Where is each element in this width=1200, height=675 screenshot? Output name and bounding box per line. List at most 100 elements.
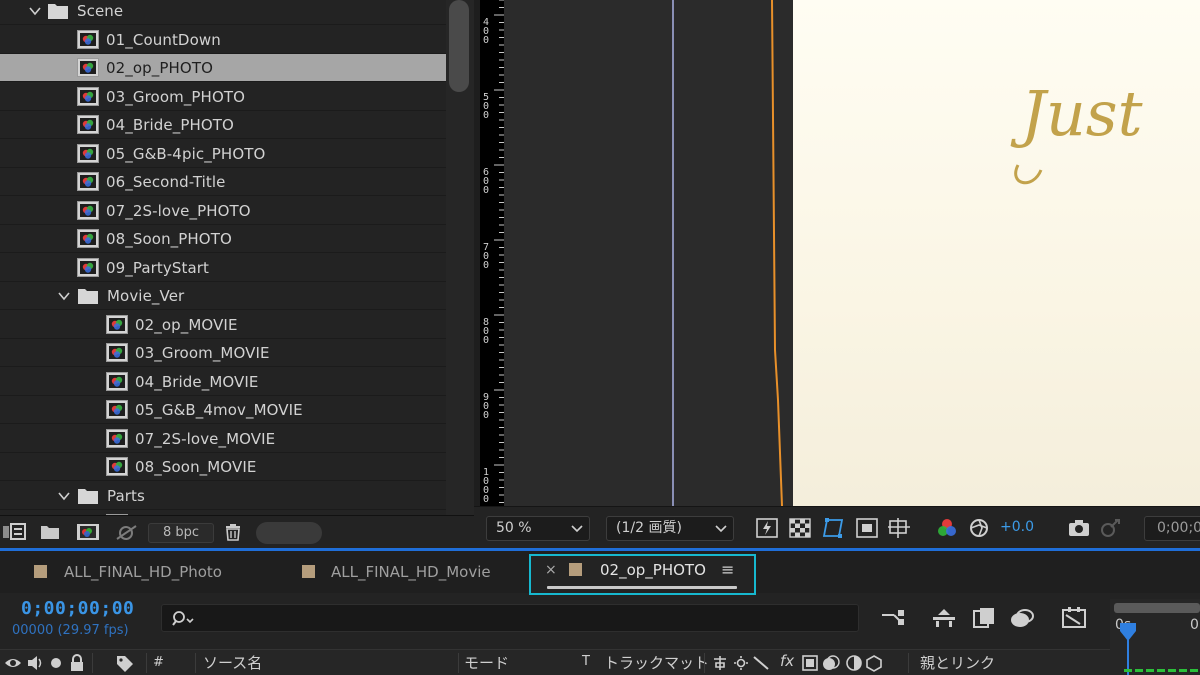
expand-chevron-icon[interactable] [58, 290, 70, 302]
expand-chevron-icon[interactable] [29, 5, 41, 17]
column-separator [92, 653, 93, 673]
ruler-number: 7 0 0 [482, 242, 490, 271]
graph-editor-icon[interactable] [1060, 607, 1088, 629]
script-title-art: Just [1010, 77, 1143, 185]
timeline-tab-bar: ALL_FINAL_HD_Photo ALL_FINAL_HD_Movie × … [0, 551, 1200, 595]
solo-dot-icon[interactable] [49, 654, 63, 672]
transparency-grid-icon[interactable] [789, 518, 811, 538]
time-ruler[interactable]: 0s 0 [1110, 599, 1200, 675]
channel-rgb-icon[interactable] [936, 518, 958, 538]
tree-comp-row[interactable]: 07_2S-love_MOVIE [0, 424, 446, 453]
tree-comp-row[interactable]: 01_CountDown [0, 25, 446, 54]
frame-blending-icon[interactable] [1008, 607, 1036, 629]
label-tag-icon[interactable] [115, 654, 135, 672]
column-separator [908, 653, 909, 673]
tree-comp-row[interactable]: 05_G&B_4mov_MOVIE [0, 396, 446, 424]
trash-icon[interactable] [224, 523, 242, 541]
audio-speaker-icon[interactable] [26, 654, 44, 672]
interpret-footage-icon[interactable] [2, 523, 26, 541]
tree-comp-row[interactable]: 03_Groom_MOVIE [0, 339, 446, 367]
viewer-timecode[interactable]: 0;00;00;00 [1144, 516, 1200, 541]
tree-item-label: 05_G&B-4pic_PHOTO [106, 144, 266, 163]
tree-comp-row[interactable]: 02_op_PHOTO [0, 54, 446, 82]
flowchart-icon[interactable] [114, 523, 140, 541]
tree-comp-row[interactable]: 09_PartyStart [0, 253, 446, 282]
tree-item-label: 08_Soon_MOVIE [135, 458, 257, 476]
column-source-name[interactable]: ソース名 [203, 652, 262, 673]
resolution-select[interactable]: (1/2 画質) [606, 516, 734, 541]
region-of-interest-icon[interactable] [856, 518, 878, 538]
zoom-select[interactable]: 50 % [486, 516, 590, 541]
tree-folder-row[interactable]: Parts [0, 481, 446, 510]
tree-comp-row[interactable]: 08_Soon_MOVIE [0, 453, 446, 481]
tree-item-label: 07_2S-love_MOVIE [135, 429, 276, 448]
tab-all-final-hd-photo[interactable]: ALL_FINAL_HD_Photo [30, 557, 260, 593]
tree-comp-row[interactable]: 04_Bride_MOVIE [0, 367, 446, 396]
composition-icon [77, 115, 99, 134]
grid-and-guides-icon[interactable] [888, 518, 910, 538]
composition-frame[interactable]: Just [793, 0, 1200, 506]
ruler-number: 1 0 0 0 [482, 467, 490, 505]
shy-layers-icon[interactable] [970, 607, 998, 629]
composition-icon [77, 229, 99, 248]
camera-snapshot-icon[interactable] [1068, 518, 1090, 538]
composition-icon [77, 200, 99, 220]
current-time-display[interactable]: 0;00;00;00 [21, 598, 134, 619]
comp-label-swatch [569, 563, 582, 576]
ruler-number: 6 0 0 [482, 167, 490, 196]
composition-icon [106, 314, 128, 334]
search-icon [172, 611, 194, 626]
tree-comp-row[interactable]: 04_Bride_PHOTO [0, 111, 446, 139]
thumbnail-size-slider[interactable] [256, 522, 322, 544]
column-mode: モード [464, 654, 510, 672]
comp-label-swatch [302, 565, 315, 578]
tree-comp-row[interactable]: 03_Groom_PHOTO [0, 82, 446, 111]
tab-all-final-hd-movie[interactable]: ALL_FINAL_HD_Movie [298, 557, 528, 593]
folder-icon [48, 4, 68, 19]
tree-comp-row[interactable]: 07_2S-love_PHOTO [0, 196, 446, 225]
playhead-icon[interactable] [1118, 619, 1138, 675]
composition-mini-flowchart-icon[interactable] [880, 607, 908, 629]
new-folder-icon[interactable] [40, 523, 60, 541]
column-separator [195, 653, 196, 673]
layer-search-input[interactable] [161, 604, 859, 632]
frame-count-display: 00000 (29.97 fps) [12, 623, 129, 638]
tree-comp-row[interactable]: 02_op_MOVIE [0, 310, 446, 339]
video-visibility-icon[interactable] [4, 654, 22, 672]
tree-item-label: 03_Groom_PHOTO [106, 87, 246, 106]
composition-icon [106, 428, 128, 448]
bit-depth-button[interactable]: 8 bpc [148, 523, 214, 543]
folder-icon [78, 488, 98, 504]
layer-switches-icons-2 [802, 655, 882, 672]
layer-column-header: # ソース名 モード T トラックマット fx 親とリンク [0, 649, 1110, 675]
tab-label: 02_op_PHOTO [600, 561, 706, 579]
tree-comp-row[interactable]: 05_G&B-4pic_PHOTO [0, 139, 446, 168]
lock-icon[interactable] [68, 654, 86, 672]
mask-path-visibility-icon[interactable] [822, 518, 844, 538]
composition-icon [77, 257, 99, 277]
tab-close-icon[interactable]: × [545, 562, 557, 578]
column-separator [458, 653, 459, 673]
tree-folder-row[interactable]: Movie_Ver [0, 282, 446, 310]
tree-comp-row[interactable]: 06_Second-Title [0, 168, 446, 196]
tree-item-label: 03_Groom_MOVIE [135, 344, 270, 362]
column-separator [704, 653, 705, 673]
tree-folder-row[interactable]: Scene [0, 0, 446, 25]
draft-3d-icon[interactable] [930, 607, 958, 629]
work-area-bar[interactable] [1114, 603, 1200, 613]
reset-exposure-icon[interactable] [968, 518, 990, 538]
fast-previews-icon[interactable] [756, 518, 778, 538]
guide-line[interactable] [672, 0, 674, 506]
tab-02-op-photo[interactable]: × 02_op_PHOTO ≡ [529, 554, 756, 595]
tab-menu-icon[interactable]: ≡ [721, 560, 734, 579]
new-composition-icon[interactable] [76, 523, 100, 541]
comp-label-swatch [34, 565, 47, 578]
expand-chevron-icon[interactable] [58, 490, 70, 502]
column-fx: fx [780, 652, 795, 670]
project-scrollbar-thumb[interactable] [449, 0, 469, 92]
exposure-value[interactable]: +0.0 [1000, 519, 1034, 535]
ruler-number: 9 0 0 [482, 392, 490, 421]
show-snapshot-icon[interactable] [1100, 518, 1122, 538]
chevron-down-icon [571, 525, 583, 533]
tree-comp-row[interactable]: 08_Soon_PHOTO [0, 225, 446, 253]
